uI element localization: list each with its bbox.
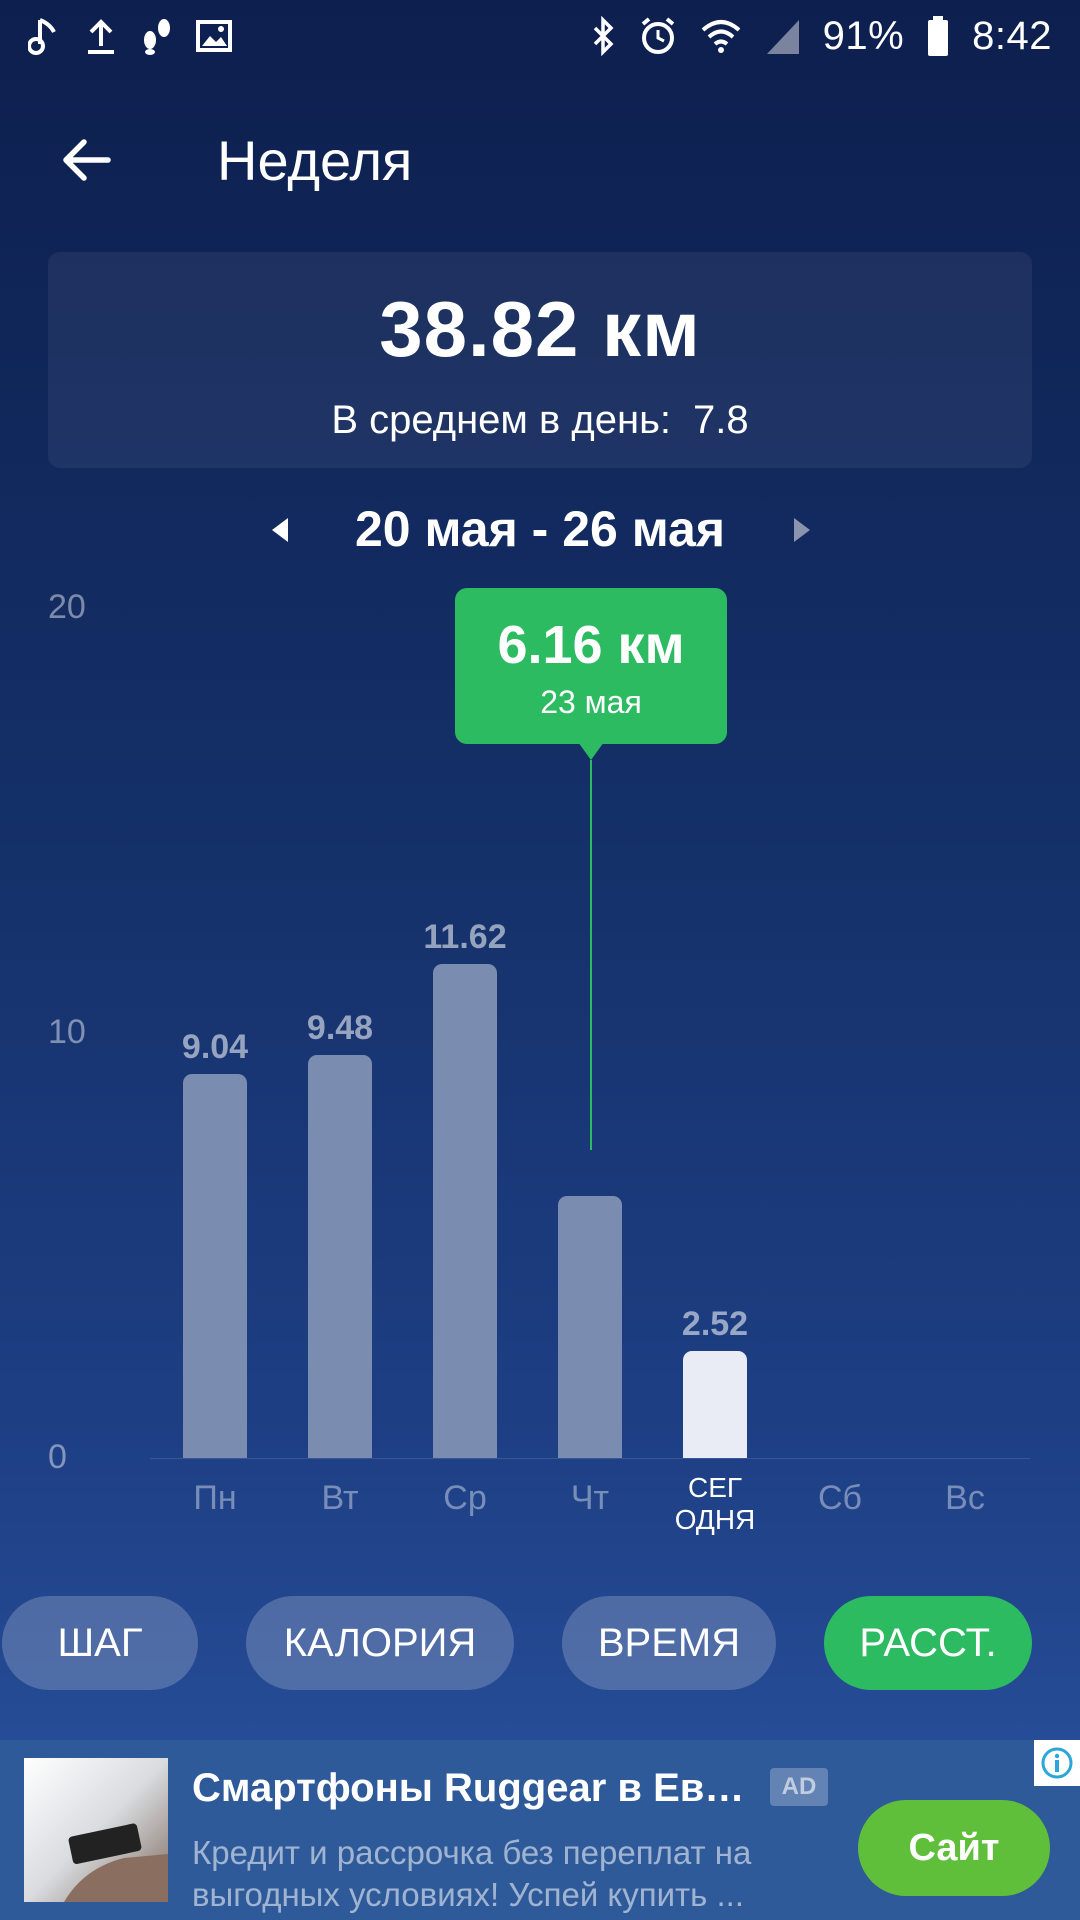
summary-card: 38.82 км В среднем в день: 7.8	[48, 252, 1032, 468]
bar-value-label: 9.04	[181, 1027, 249, 1066]
week-range: 20 мая - 26 мая	[354, 501, 726, 557]
day-label[interactable]: Пн	[145, 1481, 285, 1515]
bar-value-label: 9.48	[306, 1009, 374, 1048]
ad-image[interactable]	[24, 1758, 168, 1902]
day-label[interactable]: СЕГ ОДНЯ	[645, 1472, 785, 1536]
tab-steps[interactable]: ШАГ	[2, 1596, 198, 1690]
footsteps-icon	[140, 14, 174, 58]
battery-percent: 91%	[822, 13, 905, 58]
clock: 8:42	[972, 13, 1052, 58]
ad-description[interactable]: Кредит и рассрочка без переплат на выгод…	[192, 1832, 832, 1916]
ad-title[interactable]: Смартфоны Ruggear в Евр...	[192, 1766, 752, 1811]
page-title: Неделя	[217, 129, 413, 192]
selected-day-tooltip: 6.16 км 23 мая	[455, 588, 727, 744]
info-icon	[1041, 1747, 1073, 1779]
music-note-icon	[28, 14, 62, 58]
total-distance: 38.82 км	[379, 285, 701, 373]
status-bar: 91% 8:42	[0, 0, 1080, 72]
next-week-button[interactable]	[782, 510, 822, 550]
y-tick-label: 10	[48, 1013, 86, 1051]
bar-value-label: 11.62	[423, 918, 507, 957]
y-tick-label: 0	[48, 1438, 67, 1476]
app-header: Неделя	[0, 100, 1080, 220]
day-label[interactable]: Сб	[770, 1481, 910, 1515]
tab-calories[interactable]: КАЛОРИЯ	[246, 1596, 514, 1690]
average-row: В среднем в день: 7.8	[48, 398, 1032, 443]
chart-baseline	[150, 1458, 1030, 1459]
signal-icon	[765, 14, 801, 58]
tooltip-pointer	[578, 742, 604, 760]
day-label[interactable]: Вс	[895, 1481, 1035, 1515]
week-navigator: 20 мая - 26 мая	[0, 496, 1080, 566]
battery-icon	[926, 14, 950, 58]
image-icon	[196, 14, 232, 58]
tooltip-date: 23 мая	[540, 684, 642, 720]
tooltip-value: 6.16 км	[497, 615, 685, 675]
ad-info-button[interactable]	[1034, 1740, 1080, 1786]
alarm-icon	[639, 14, 677, 58]
tooltip-guide-line	[590, 760, 592, 1150]
ad-site-button[interactable]: Сайт	[858, 1800, 1050, 1896]
chart-bar[interactable]	[558, 1196, 622, 1458]
day-label[interactable]: Вт	[270, 1481, 410, 1515]
status-right-group: 91% 8:42	[591, 14, 1052, 59]
day-label[interactable]: Чт	[520, 1481, 660, 1515]
y-tick-label: 20	[48, 588, 86, 626]
bar-value-label: 2.52	[681, 1304, 749, 1343]
chart-bar[interactable]	[433, 964, 497, 1458]
upload-icon	[84, 14, 118, 58]
tab-distance[interactable]: РАССТ.	[824, 1596, 1032, 1690]
triangle-right-icon	[794, 518, 810, 542]
tab-time[interactable]: ВРЕМЯ	[562, 1596, 776, 1690]
average-label: В среднем в день:	[331, 398, 672, 442]
bluetooth-icon	[591, 14, 617, 58]
average-value: 7.8	[693, 398, 749, 442]
back-button[interactable]	[52, 130, 122, 190]
chart-bar[interactable]	[183, 1073, 247, 1458]
chart-bar[interactable]	[308, 1055, 372, 1458]
ad-banner[interactable]: Смартфоны Ruggear в Евр... AD Кредит и р…	[0, 1740, 1080, 1920]
phone-in-hand-image	[64, 1823, 168, 1902]
ad-badge: AD	[770, 1768, 828, 1806]
day-label[interactable]: Ср	[395, 1481, 535, 1515]
chart-bar[interactable]	[683, 1350, 747, 1458]
status-left-group	[28, 14, 232, 58]
wifi-icon	[699, 14, 743, 58]
metric-tabs: ШАГ КАЛОРИЯ ВРЕМЯ РАССТ.	[0, 1596, 1080, 1692]
arrow-left-icon	[63, 139, 111, 181]
